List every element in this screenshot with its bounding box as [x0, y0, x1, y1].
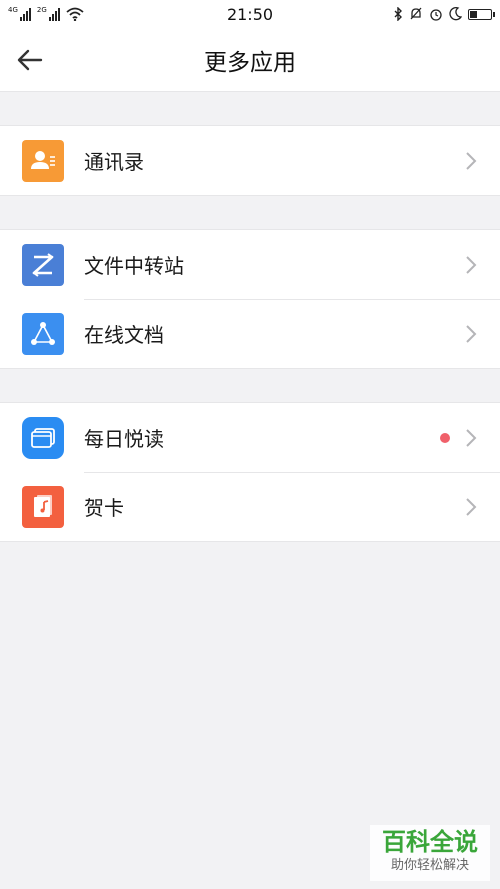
- signal-strength-icon: 4G: [8, 7, 31, 21]
- wifi-icon: [66, 7, 84, 21]
- list-item-contacts[interactable]: 通讯录: [0, 126, 500, 195]
- greeting-card-icon: [22, 485, 64, 528]
- chevron-right-icon: [466, 497, 477, 516]
- list-item-online-doc[interactable]: 在线文档: [0, 299, 500, 368]
- list-item-greeting-card[interactable]: 贺卡: [0, 472, 500, 541]
- notification-dot: [440, 432, 450, 443]
- list-item-label: 通讯录: [84, 150, 144, 174]
- screen: 4G 2G 21:50 更多应用 通讯录 文件中转站 在线文档 每日悦读 贺卡 …: [0, 0, 500, 889]
- watermark-logo: 百科全说 助你轻松解决: [370, 825, 490, 881]
- daily-reading-icon: [22, 416, 64, 459]
- chevron-right-icon: [466, 255, 477, 274]
- mute-bell-icon: [410, 7, 422, 20]
- sim1-network-label: 4G: [8, 6, 18, 14]
- file-transfer-icon: [22, 243, 64, 286]
- chevron-right-icon: [466, 324, 477, 343]
- list-item-daily-reading[interactable]: 每日悦读: [0, 403, 500, 472]
- list-item-label: 每日悦读: [84, 427, 164, 451]
- group-documents: 文件中转站 在线文档: [0, 229, 500, 369]
- list-item-file-transfer[interactable]: 文件中转站: [0, 230, 500, 299]
- sim2-network-label: 2G: [36, 6, 47, 14]
- chevron-right-icon: [466, 151, 477, 170]
- watermark-sub: 助你轻松解决: [390, 858, 469, 873]
- signal-strength-icon-2: 2G: [37, 7, 60, 21]
- contacts-icon: [22, 139, 64, 182]
- list-item-label: 在线文档: [84, 323, 164, 347]
- battery-icon: [468, 8, 495, 20]
- page-title: 更多应用: [204, 49, 296, 76]
- chevron-right-icon: [466, 428, 477, 447]
- list-item-label: 文件中转站: [84, 254, 184, 278]
- moon-icon: [449, 7, 462, 21]
- online-doc-icon: [22, 312, 64, 355]
- group-reading: 每日悦读 贺卡: [0, 402, 500, 542]
- back-button[interactable]: [14, 44, 46, 76]
- arrow-left-icon: [17, 49, 43, 71]
- status-left: 4G 2G: [8, 7, 84, 21]
- alarm-icon: [430, 9, 442, 21]
- status-right: [393, 7, 495, 21]
- group-contacts: 通讯录: [0, 125, 500, 196]
- watermark-main: 百科全说: [382, 828, 478, 856]
- nav-bar: 更多应用: [0, 28, 500, 92]
- list-item-label: 贺卡: [84, 496, 124, 520]
- status-bar: 4G 2G 21:50: [0, 0, 500, 28]
- bluetooth-icon: [394, 7, 402, 21]
